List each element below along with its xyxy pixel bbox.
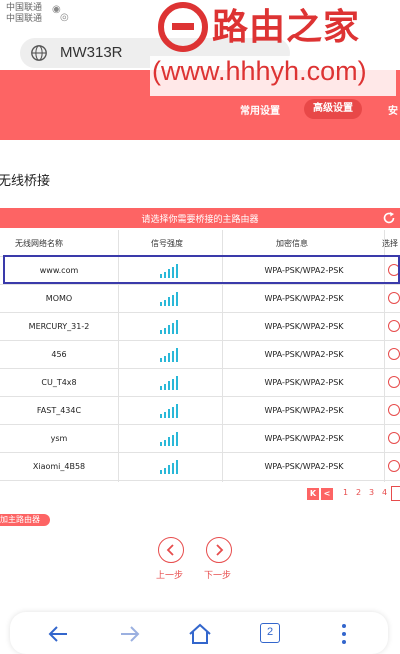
security-cell: WPA-PSK/WPA2-PSK [264, 294, 344, 303]
next-step-button[interactable] [206, 537, 232, 563]
watermark-title: 路由之家 [212, 7, 361, 48]
home-icon[interactable] [188, 622, 212, 646]
tab-security[interactable]: 安 [388, 102, 398, 117]
page-number[interactable]: 2 [356, 488, 361, 497]
select-radio[interactable] [388, 348, 400, 360]
table-row[interactable]: MERCURY_31-2 WPA-PSK/WPA2-PSK [0, 313, 400, 341]
security-cell: WPA-PSK/WPA2-PSK [264, 350, 344, 359]
watermark-logo-icon [158, 2, 208, 52]
notification-avatar-icon: ◎ [60, 12, 69, 23]
page-number[interactable]: 1 [343, 488, 348, 497]
add-main-router-button[interactable]: 加主路由器 [0, 514, 50, 526]
table-row[interactable]: CU_T4x8 WPA-PSK/WPA2-PSK [0, 369, 400, 397]
ssid-cell: MERCURY_31-2 [28, 322, 90, 331]
back-arrow-icon[interactable] [46, 622, 70, 646]
col-header-signal: 信号强度 [151, 239, 183, 248]
page-number[interactable]: 4 [382, 488, 387, 497]
prev-page-button[interactable]: < [321, 488, 333, 500]
security-cell: WPA-PSK/WPA2-PSK [264, 322, 344, 331]
security-cell: WPA-PSK/WPA2-PSK [264, 434, 344, 443]
tab-count-badge: 2 [260, 623, 280, 643]
carrier-label: 中国联通 [6, 14, 43, 24]
col-header-ssid: 无线网络名称 [15, 239, 63, 248]
carrier-label: 中国联通 [6, 3, 43, 13]
select-radio[interactable] [388, 320, 400, 332]
table-row[interactable]: MOMO WPA-PSK/WPA2-PSK [0, 285, 400, 313]
watermark-url: (www.hhhyh.com) [152, 56, 367, 86]
more-menu-icon[interactable] [332, 622, 356, 646]
signal-strength-icon [160, 403, 182, 418]
address-text: MW313R [60, 44, 123, 61]
security-cell: WPA-PSK/WPA2-PSK [264, 378, 344, 387]
globe-icon [31, 45, 47, 61]
ssid-cell: 456 [51, 350, 67, 359]
signal-strength-icon [160, 291, 182, 306]
chevron-right-icon [216, 544, 224, 556]
tabs-button[interactable]: 2 [260, 623, 284, 647]
select-radio[interactable] [388, 432, 400, 444]
refresh-icon[interactable] [382, 211, 396, 225]
page-title: 无线桥接 [0, 174, 51, 189]
select-radio[interactable] [388, 404, 400, 416]
page-number[interactable]: 3 [369, 488, 374, 497]
ssid-cell: ysm [50, 434, 68, 443]
table-banner-text: 请选择你需要桥接的主路由器 [141, 215, 259, 225]
browser-toolbar: 2 [10, 612, 388, 654]
select-radio[interactable] [388, 376, 400, 388]
chevron-left-icon [166, 544, 174, 556]
table-row[interactable]: 456 WPA-PSK/WPA2-PSK [0, 341, 400, 369]
security-cell: WPA-PSK/WPA2-PSK [264, 406, 344, 415]
table-row[interactable]: FAST_434C WPA-PSK/WPA2-PSK [0, 397, 400, 425]
signal-strength-icon [160, 347, 182, 362]
signal-strength-icon [160, 459, 182, 474]
next-page-button[interactable] [391, 486, 400, 501]
signal-strength-icon [160, 319, 182, 334]
ssid-cell: FAST_434C [36, 406, 82, 415]
table-banner: 请选择你需要桥接的主路由器 [0, 208, 400, 228]
first-page-button[interactable]: K [307, 488, 319, 500]
highlight-box [3, 255, 400, 284]
forward-arrow-icon[interactable] [118, 622, 142, 646]
signal-strength-icon [160, 375, 182, 390]
tab-common-settings[interactable]: 常用设置 [240, 102, 280, 117]
next-step-label: 下一步 [204, 571, 232, 581]
table-row[interactable]: Xiaomi_4B58 WPA-PSK/WPA2-PSK [0, 453, 400, 481]
table-header-row: 无线网络名称 信号强度 加密信息 选择 [0, 230, 400, 257]
ssid-cell: Xiaomi_4B58 [32, 462, 86, 471]
select-radio[interactable] [388, 292, 400, 304]
signal-strength-icon [160, 431, 182, 446]
watermark-url-box: (www.hhhyh.com) [150, 56, 396, 96]
security-cell: WPA-PSK/WPA2-PSK [264, 462, 344, 471]
col-header-security: 加密信息 [276, 239, 308, 248]
prev-step-button[interactable] [158, 537, 184, 563]
ssid-cell: MOMO [45, 294, 73, 303]
prev-step-label: 上一步 [156, 571, 184, 581]
select-radio[interactable] [388, 460, 400, 472]
table-row[interactable]: ysm WPA-PSK/WPA2-PSK [0, 425, 400, 453]
tab-advanced-settings[interactable]: 高级设置 [304, 99, 362, 119]
ssid-cell: CU_T4x8 [41, 378, 77, 387]
